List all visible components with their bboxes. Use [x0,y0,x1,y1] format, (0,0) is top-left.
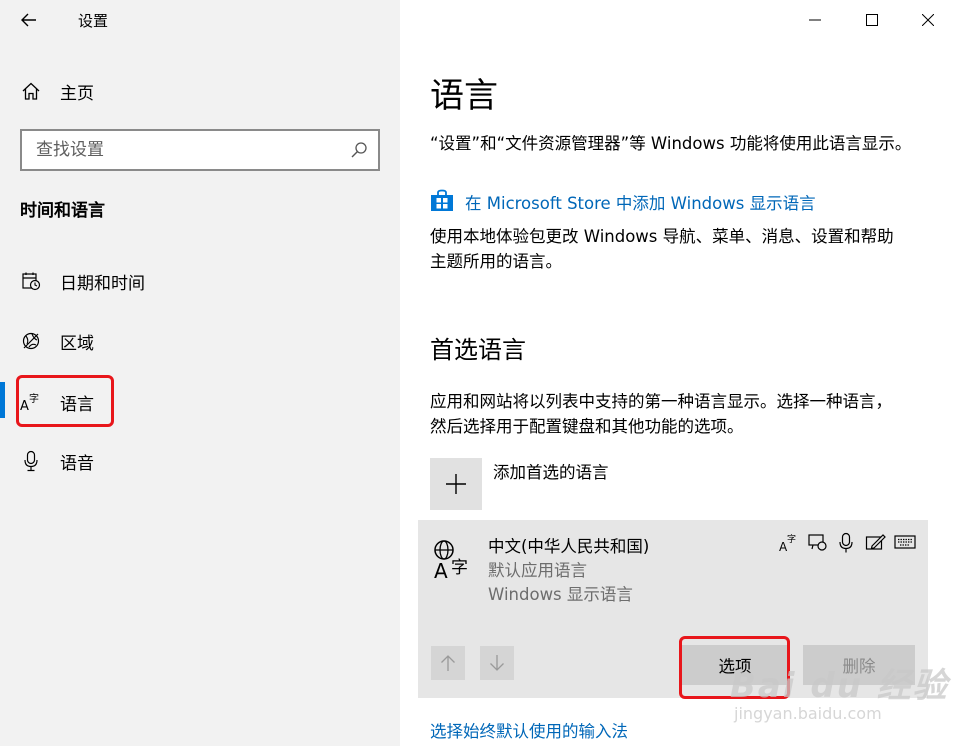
maximize-icon [866,14,878,26]
svg-text:字: 字 [787,533,796,545]
sidebar-item-label: 语音 [60,453,94,474]
handwriting-icon [865,532,887,558]
section-title: 时间和语言 [20,201,105,221]
close-button[interactable] [913,6,943,34]
sidebar-item-label: 语言 [60,394,94,415]
description-line: 主题所用的语言。 [430,252,562,271]
microphone-icon [838,532,854,558]
sidebar: 设置 主页 时间和语言 日期和时间 [0,0,400,746]
globe-region-icon [18,328,44,354]
arrow-up-icon [441,655,455,671]
add-language-label[interactable]: 添加首选的语言 [493,460,609,485]
selected-indicator [0,382,5,418]
watermark-brand: Bai du 经验 [730,666,949,706]
app-title: 设置 [78,12,109,30]
add-language-button[interactable] [430,458,482,510]
plus-icon [446,474,466,494]
speech-recognition-icon [807,532,829,558]
back-arrow-icon [21,13,36,27]
search-icon[interactable] [350,141,368,163]
svg-text:字: 字 [29,392,39,405]
microphone-icon [18,448,44,474]
sidebar-item-region[interactable]: 区域 [18,319,94,363]
keyboard-icon [894,534,916,554]
home-icon [18,78,44,104]
sidebar-item-label: 主页 [60,83,94,104]
sidebar-item-speech[interactable]: 语音 [18,439,94,483]
store-bag-icon [430,188,454,216]
sidebar-item-date-time[interactable]: 日期和时间 [18,259,145,303]
page-title: 语言 [430,76,498,116]
sidebar-item-home[interactable]: 主页 [18,69,94,113]
svg-text:A: A [20,399,29,413]
maximize-button[interactable] [857,6,887,34]
language-globe-icon: A 字 [432,538,476,584]
move-up-button[interactable] [431,646,465,680]
input-method-link[interactable]: 选择始终默认使用的输入法 [430,718,628,742]
calendar-clock-icon [18,268,44,294]
language-pack-icon: A 字 [778,532,800,558]
arrow-down-icon [490,655,504,671]
watermark-url: jingyan.baidu.com [734,704,882,723]
sidebar-item-language[interactable]: A 字 语言 [18,380,94,424]
minimize-button[interactable] [800,6,830,34]
search-box[interactable] [20,129,380,171]
description-line: 应用和网站将以列表中支持的第一种语言显示。选择一种语言， [430,392,892,411]
search-input[interactable] [22,140,332,160]
language-pack-description: 使用本地体验包更改 Windows 导航、菜单、消息、设置和帮助 主题所用的语言… [430,224,894,274]
sidebar-item-label: 日期和时间 [60,273,145,294]
close-icon [922,14,934,26]
move-down-button[interactable] [480,646,514,680]
language-name: 中文(中华人民共和国) [488,537,650,556]
svg-text:A: A [434,559,448,580]
language-subtitle-default-app: 默认应用语言 [488,561,587,580]
store-link[interactable]: 在 Microsoft Store 中添加 Windows 显示语言 [465,190,816,214]
svg-text:字: 字 [451,558,468,578]
preferred-languages-title: 首选语言 [430,336,526,364]
language-subtitle-display: Windows 显示语言 [488,585,633,604]
display-language-description: “设置”和“文件资源管理器”等 Windows 功能将使用此语言显示。 [430,134,912,153]
sidebar-item-label: 区域 [60,333,94,354]
language-icon: A 字 [18,389,44,415]
main-content: 语言 “设置”和“文件资源管理器”等 Windows 功能将使用此语言显示。 在… [400,0,958,746]
preferred-languages-description: 应用和网站将以列表中支持的第一种语言显示。选择一种语言， 然后选择用于配置键盘和… [430,389,892,439]
store-link-row[interactable]: 在 Microsoft Store 中添加 Windows 显示语言 [430,188,816,216]
back-button[interactable] [14,6,44,34]
description-line: 使用本地体验包更改 Windows 导航、菜单、消息、设置和帮助 [430,227,894,246]
description-line: 然后选择用于配置键盘和其他功能的选项。 [430,417,744,436]
minimize-icon [809,19,821,21]
